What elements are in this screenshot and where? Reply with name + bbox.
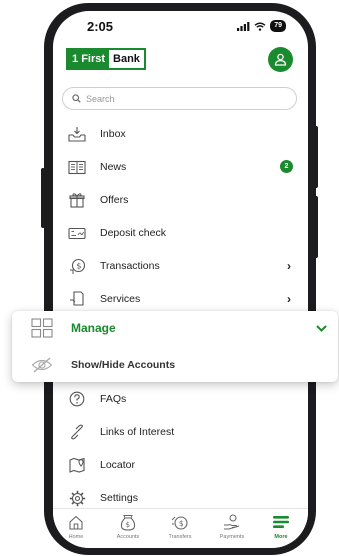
menu-item-transactions[interactable]: $ Transactions › [53,249,308,282]
menu-label-deposit-check: Deposit check [100,226,166,239]
hand-coin-icon [221,512,243,532]
tab-label-more: More [274,534,288,540]
menu-item-deposit-check[interactable]: Deposit check [53,216,308,249]
manage-section-overlay: Manage Show/Hide Accounts [12,311,338,382]
eye-off-icon [30,353,54,377]
tab-label-home: Home [68,534,84,540]
menu-label-links-of-interest: Links of Interest [100,425,175,438]
inbox-icon [67,124,87,144]
svg-text:$: $ [179,518,184,527]
menu-label-transactions: Transactions [100,259,160,272]
gear-icon [67,488,87,508]
tab-label-transfers: Transfers [168,534,192,540]
transfer-icon: $ [169,512,191,532]
first-bank-logo: 1 First Bank [66,48,146,70]
tab-transfers[interactable]: $ Transfers [157,512,203,546]
tab-label-payments: Payments [219,534,245,540]
transactions-icon: $ [67,256,87,276]
phone-side-button-right-bottom [314,196,318,258]
svg-text:$: $ [76,261,81,270]
status-bar: 2:05 79 [53,11,308,45]
menu-label-services: Services [100,292,141,305]
money-bag-icon: $ [117,512,139,532]
search-input[interactable] [86,93,276,104]
chevron-down-icon [314,321,328,335]
user-icon [274,53,287,66]
map-pin-icon [67,455,87,475]
grid-icon [30,316,54,340]
menu-item-news[interactable]: News 2 [53,150,308,183]
tab-label-accounts: Accounts [116,534,140,540]
status-icons: 79 [237,20,286,32]
menu-item-locator[interactable]: Locator [53,448,308,481]
logo-first: 1 First [68,50,110,68]
menu-item-faqs[interactable]: FAQs [53,382,308,415]
wifi-icon [254,22,266,31]
help-circle-icon [67,389,87,409]
phone-side-button-left [41,168,45,228]
newspaper-icon [67,157,87,177]
menu-item-offers[interactable]: Offers [53,183,308,216]
search-icon [72,94,81,103]
menu-item-inbox[interactable]: Inbox [53,117,308,150]
menu-label-inbox: Inbox [100,127,126,140]
logo-bank: Bank [109,50,144,68]
bottom-tab-bar: Home $ Accounts $ Transfers Payments Mor… [53,508,308,548]
services-icon [67,289,87,309]
search-bar[interactable] [62,87,297,110]
gift-icon [67,190,87,210]
link-icon [67,422,87,442]
check-deposit-icon [67,223,87,243]
menu-item-show-hide-accounts[interactable]: Show/Hide Accounts [12,348,338,382]
menu-label-offers: Offers [100,193,129,206]
profile-button[interactable] [268,47,293,72]
menu-label-faqs: FAQs [100,392,127,405]
battery-indicator: 79 [270,20,286,32]
phone-side-button-right-top [314,126,318,188]
tab-payments[interactable]: Payments [209,512,255,546]
menu-item-manage[interactable]: Manage [12,311,338,345]
menu-label-show-hide-accounts: Show/Hide Accounts [71,359,176,371]
signal-icon [237,21,250,31]
chevron-right-icon: › [287,291,291,306]
menu-label-news: News [100,160,127,173]
phone-screen: 2:05 79 1 First Bank Search Inbox News 2… [53,11,308,548]
tab-more[interactable]: More [258,512,304,546]
menu-icon [270,512,292,532]
news-count-badge: 2 [280,160,293,173]
menu-label-locator: Locator [100,458,136,471]
chevron-right-icon: › [287,258,291,273]
menu-label-manage: Manage [71,321,116,335]
svg-text:$: $ [126,521,130,529]
tab-home[interactable]: Home [53,512,99,546]
tab-accounts[interactable]: $ Accounts [105,512,151,546]
menu-label-settings: Settings [100,491,138,504]
status-time: 2:05 [87,19,114,34]
menu-item-links-of-interest[interactable]: Links of Interest [53,415,308,448]
home-icon [65,512,87,532]
